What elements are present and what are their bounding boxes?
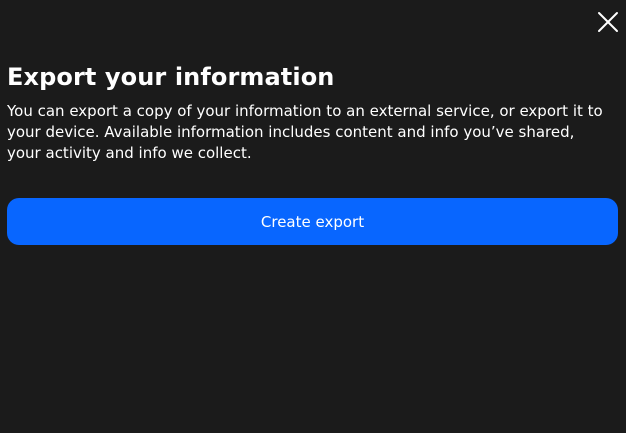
- close-icon: [598, 12, 618, 32]
- page-title: Export your information: [7, 63, 335, 91]
- description-text: You can export a copy of your informatio…: [7, 102, 603, 162]
- create-export-button[interactable]: Create export: [7, 198, 618, 245]
- export-info-dialog: Export your information You can export a…: [0, 0, 626, 433]
- close-button[interactable]: [596, 10, 620, 34]
